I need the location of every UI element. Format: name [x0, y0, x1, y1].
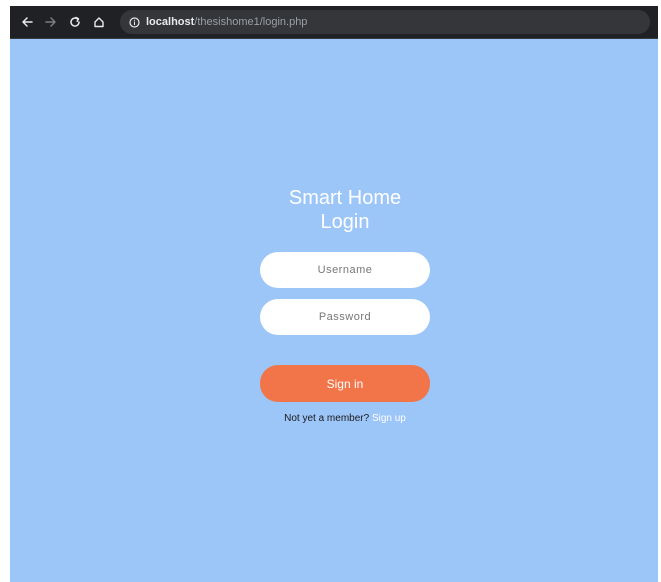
username-input[interactable]	[260, 252, 430, 288]
signup-prompt-line: Not yet a member? Sign up	[260, 413, 430, 424]
page-title: Smart Home Login	[260, 186, 430, 234]
sign-in-button[interactable]: Sign in	[260, 365, 430, 402]
address-bar[interactable]: localhost/thesishome1/login.php	[120, 10, 650, 34]
forward-arrow-icon[interactable]	[40, 11, 62, 33]
signup-prompt: Not yet a member?	[284, 413, 370, 424]
password-input[interactable]	[260, 299, 430, 335]
title-line-2: Login	[320, 211, 370, 233]
reload-icon[interactable]	[64, 11, 86, 33]
url-path: /thesishome1/login.php	[194, 16, 308, 28]
browser-window: localhost/thesishome1/login.php Smart Ho…	[10, 6, 658, 582]
url-host: localhost	[146, 16, 195, 28]
back-arrow-icon[interactable]	[16, 11, 38, 33]
home-icon[interactable]	[88, 11, 110, 33]
info-icon[interactable]	[128, 16, 140, 28]
login-form: Smart Home Login Sign in Not yet a membe…	[260, 186, 430, 424]
title-line-1: Smart Home	[288, 187, 402, 209]
browser-toolbar: localhost/thesishome1/login.php	[10, 6, 658, 39]
sign-up-link[interactable]: Sign up	[372, 413, 406, 424]
